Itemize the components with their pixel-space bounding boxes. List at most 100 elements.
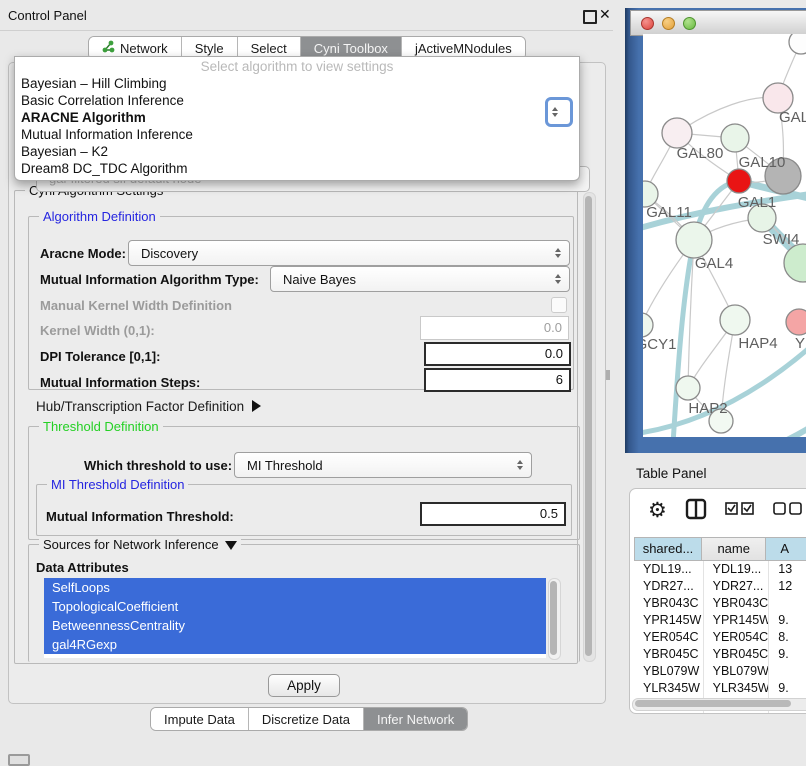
window-close-button[interactable]: [641, 17, 654, 30]
table-row[interactable]: YPR145WYPR145W9.: [634, 612, 806, 629]
scrollbar-thumb[interactable]: [550, 581, 557, 655]
network-node-gal1[interactable]: [727, 169, 751, 193]
hub-definition-label: Hub/Transcription Factor Definition: [36, 399, 244, 414]
tab-impute-data[interactable]: Impute Data: [151, 708, 249, 730]
kernel-width-field[interactable]: 0.0: [420, 316, 569, 340]
attribute-list-item[interactable]: TopologicalCoefficient: [44, 597, 546, 616]
control-panel-title: Control Panel: [8, 8, 87, 23]
table-cell: YDR27...: [704, 578, 770, 595]
table-cell: YDR27...: [634, 578, 704, 595]
mi-steps-field[interactable]: 6: [424, 368, 571, 392]
table-cell: 8.: [769, 629, 806, 646]
algorithm-option[interactable]: Basic Correlation Inference: [15, 92, 579, 109]
settings-scrollbar[interactable]: [583, 192, 596, 662]
table-hscrollbar[interactable]: [632, 698, 806, 711]
spinner-icon: [555, 274, 561, 284]
mi-threshold-field[interactable]: 0.5: [420, 502, 566, 526]
data-attributes-list[interactable]: SelfLoopsTopologicalCoefficientBetweenne…: [44, 578, 546, 658]
tab-label: Discretize Data: [262, 712, 350, 727]
column-header-shared[interactable]: shared...: [634, 537, 702, 561]
splitpane-handle[interactable]: [606, 370, 610, 380]
table-cell: YER054C: [634, 629, 704, 646]
table-row[interactable]: YDL19...YDL19...13: [634, 561, 806, 578]
hub-definition-toggle[interactable]: Hub/Transcription Factor Definition: [36, 399, 261, 414]
tab-infer-network[interactable]: Infer Network: [364, 708, 467, 730]
manual-kernel-checkbox[interactable]: [551, 297, 567, 313]
algorithm-option[interactable]: Bayesian – Hill Climbing: [15, 75, 579, 92]
table-row[interactable]: YBL079WYBL079W: [634, 663, 806, 680]
collapse-arrow-icon[interactable]: [225, 541, 237, 550]
table-row[interactable]: YBR043CYBR043C: [634, 595, 806, 612]
algorithm-option[interactable]: ARACNE Algorithm: [15, 109, 579, 126]
table-row[interactable]: YDR27...YDR27...12: [634, 578, 806, 595]
control-panel-titlebar: Control Panel ✕: [0, 0, 613, 31]
gear-icon[interactable]: ⚙: [648, 498, 667, 523]
aracne-mode-value: Discovery: [129, 246, 555, 261]
spinner-icon: [517, 460, 523, 470]
apply-button[interactable]: Apply: [268, 674, 340, 697]
tab-label: Infer Network: [377, 712, 454, 727]
scrollbar-thumb[interactable]: [585, 196, 592, 656]
algorithm-option[interactable]: Dream8 DC_TDC Algorithm: [15, 160, 579, 177]
window-zoom-button[interactable]: [683, 17, 696, 30]
tab-discretize-data[interactable]: Discretize Data: [249, 708, 364, 730]
mi-type-combo[interactable]: Naive Bayes: [270, 266, 570, 292]
tab-label: Select: [251, 41, 287, 56]
scrollbar-thumb[interactable]: [635, 700, 791, 707]
node-label: GCY1: [643, 336, 676, 353]
attribute-list-scrollbar[interactable]: [548, 578, 561, 660]
tab-label: Impute Data: [164, 712, 235, 727]
tab-label: Cyni Toolbox: [314, 41, 388, 56]
attribute-list-item[interactable]: SelfLoops: [44, 578, 546, 597]
algorithm-dropdown-popup: Select algorithm to view settings Bayesi…: [14, 56, 580, 181]
table-toolbar: ⚙: [630, 489, 806, 531]
dpi-tolerance-field[interactable]: 0.0: [424, 342, 571, 366]
which-threshold-combo[interactable]: MI Threshold: [234, 452, 532, 478]
minimized-window-icon[interactable]: [8, 754, 30, 766]
table-cell: 12: [769, 578, 806, 595]
spinner-icon: [552, 107, 558, 117]
network-node-gcy1[interactable]: [643, 313, 653, 337]
table-cell: YBR043C: [634, 595, 704, 612]
column-header-A[interactable]: A: [766, 537, 806, 561]
float-window-icon[interactable]: [583, 10, 597, 24]
desktop: { "control_panel": { "title": "Control P…: [0, 0, 806, 762]
attribute-list-item[interactable]: BetweennessCentrality: [44, 616, 546, 635]
node-label: Y: [795, 335, 805, 352]
network-node-gal80[interactable]: [662, 118, 692, 148]
column-header-name[interactable]: name: [702, 537, 766, 561]
network-node-gal4[interactable]: [676, 222, 712, 258]
network-node-hap4[interactable]: [720, 305, 750, 335]
expand-arrow-icon: [252, 400, 261, 412]
mi-steps-label: Mutual Information Steps:: [40, 375, 200, 390]
table-row[interactable]: YLR345WYLR345W9.: [634, 680, 806, 697]
node-table[interactable]: shared...nameA YDL19...YDL19...13YDR27..…: [634, 537, 806, 713]
window-minimize-button[interactable]: [662, 17, 675, 30]
which-threshold-label: Which threshold to use:: [84, 458, 232, 473]
table-cell: YLR345W: [704, 680, 770, 697]
table-cell: YPR145W: [704, 612, 770, 629]
table-panel-title: Table Panel: [636, 466, 707, 481]
algorithm-option[interactable]: Bayesian – K2: [15, 143, 579, 160]
column-split-icon[interactable]: [685, 498, 707, 523]
network-node[interactable]: [789, 34, 806, 54]
mi-type-value: Naive Bayes: [271, 272, 555, 287]
aracne-mode-combo[interactable]: Discovery: [128, 240, 570, 266]
network-canvas[interactable]: GAL7GAL80GAL10GAL1GAL11SWI4GAL4GCY1HAP4Y…: [643, 34, 806, 437]
network-node-hap2[interactable]: [676, 376, 700, 400]
close-panel-icon[interactable]: ✕: [599, 6, 611, 23]
table-cell: YDL19...: [634, 561, 704, 578]
checked-checkboxes-icon[interactable]: [725, 502, 755, 519]
network-node-gal10[interactable]: [721, 124, 749, 152]
algorithm-option[interactable]: Mutual Information Inference: [15, 126, 579, 143]
node-label: GAL4: [695, 255, 733, 272]
network-node-y[interactable]: [786, 309, 806, 335]
algorithm-combo-spinner[interactable]: [545, 97, 573, 127]
table-row[interactable]: YER054CYER054C8.: [634, 629, 806, 646]
table-cell: YPR145W: [634, 612, 704, 629]
table-cell: 13: [769, 561, 806, 578]
table-row[interactable]: YBR045CYBR045C9.: [634, 646, 806, 663]
unchecked-checkboxes-icon[interactable]: [773, 502, 803, 519]
network-window-titlebar[interactable]: [630, 10, 806, 36]
attribute-list-item[interactable]: gal4RGexp: [44, 635, 546, 654]
